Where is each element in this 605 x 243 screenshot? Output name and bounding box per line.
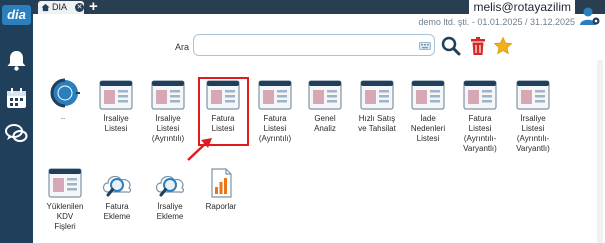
calendar-icon[interactable] <box>4 86 29 111</box>
tile-label: Yüklenilen KDV Fişleri <box>46 202 84 231</box>
tile-genel-analiz[interactable]: Genel Analiz <box>300 80 350 134</box>
tile-label: Fatura Listesi (Ayrıntılı) <box>258 114 292 143</box>
scrollbar[interactable] <box>597 60 603 243</box>
tile-label: Hızlı Satış ve Tahsilat <box>358 114 396 133</box>
app-window: dia DIA ✕ + melis@rotayazilim demo ltd. … <box>0 0 605 243</box>
tile-label: Fatura Listesi (Ayrıntılı- Varyantlı) <box>463 114 497 153</box>
chat-icon[interactable] <box>4 121 29 146</box>
tile-irsaliye-ekleme[interactable]: İrsaliye Ekleme <box>145 168 195 222</box>
tile-fatura-ekleme[interactable]: Fatura Ekleme <box>92 168 142 222</box>
home-icon <box>41 3 50 12</box>
window-list-icon <box>99 80 133 110</box>
window-list-icon <box>516 80 550 110</box>
tile-label: İrsaliye Listesi (Ayrıntılı- Varyantlı) <box>516 114 550 153</box>
tile-label: Genel Analiz <box>314 114 336 133</box>
window-list-icon <box>411 80 445 110</box>
tile-irsaliye-listesi-varyantli[interactable]: İrsaliye Listesi (Ayrıntılı- Varyantlı) <box>508 80 558 154</box>
left-sidebar: dia <box>0 0 33 243</box>
keyboard-icon[interactable] <box>419 42 431 50</box>
tile-iade-nedenleri[interactable]: İade Nedenleri Listesi <box>403 80 453 144</box>
star-icon[interactable] <box>493 36 513 56</box>
report-chart-icon <box>211 168 232 198</box>
user-name[interactable]: melis@rotayazilim <box>469 0 575 14</box>
tile-label: .. <box>60 112 66 121</box>
cloud-search-icon <box>155 175 185 197</box>
tile-label: İrsaliye Listesi <box>103 114 129 133</box>
tile-irsaliye-listesi[interactable]: İrsaliye Listesi <box>91 80 141 134</box>
window-list-icon <box>308 80 342 110</box>
dia-logo[interactable]: dia <box>2 5 31 25</box>
tile-yuklenilen-kdv[interactable]: Yüklenilen KDV Fişleri <box>40 168 90 232</box>
tile-label: Fatura Ekleme <box>103 202 131 221</box>
window-list-icon <box>258 80 292 110</box>
cloud-search-icon <box>102 175 132 197</box>
tile-label: Raporlar <box>205 202 237 211</box>
search-label: Ara <box>175 42 190 52</box>
tile-fatura-listesi-varyantli[interactable]: Fatura Listesi (Ayrıntılı- Varyantlı) <box>455 80 505 154</box>
tile-hizli-satis[interactable]: Hızlı Satış ve Tahsilat <box>352 80 402 134</box>
tile-raporlar[interactable]: Raporlar <box>196 168 246 212</box>
search-button[interactable] <box>441 36 461 56</box>
tab-dia[interactable]: DIA ✕ <box>38 1 84 14</box>
tile-up[interactable]: .. <box>38 78 88 122</box>
add-tab-icon[interactable]: + <box>89 0 98 15</box>
bell-icon[interactable] <box>4 48 29 73</box>
window-list-icon <box>463 80 497 110</box>
tile-irsaliye-listesi-ayrintili[interactable]: İrsaliye Listesi (Ayrıntılı) <box>143 80 193 144</box>
window-list-icon <box>151 80 185 110</box>
search-input[interactable] <box>193 34 435 56</box>
window-list-icon <box>360 80 394 110</box>
tab-label: DIA <box>52 2 68 12</box>
trash-icon[interactable] <box>468 36 488 56</box>
company-period[interactable]: demo ltd. şti. - 01.01.2025 / 31.12.2025 <box>418 17 575 27</box>
back-circle-icon <box>50 78 80 108</box>
close-icon[interactable]: ✕ <box>75 3 84 12</box>
highlight-box <box>198 77 249 146</box>
tile-label: İade Nedenleri Listesi <box>410 114 446 143</box>
tile-fatura-listesi-ayrintili[interactable]: Fatura Listesi (Ayrıntılı) <box>250 80 300 144</box>
tile-label: İrsaliye Ekleme <box>156 202 184 221</box>
user-settings-icon[interactable] <box>579 6 601 26</box>
window-list-icon <box>48 168 82 198</box>
arrow-icon <box>187 138 212 161</box>
